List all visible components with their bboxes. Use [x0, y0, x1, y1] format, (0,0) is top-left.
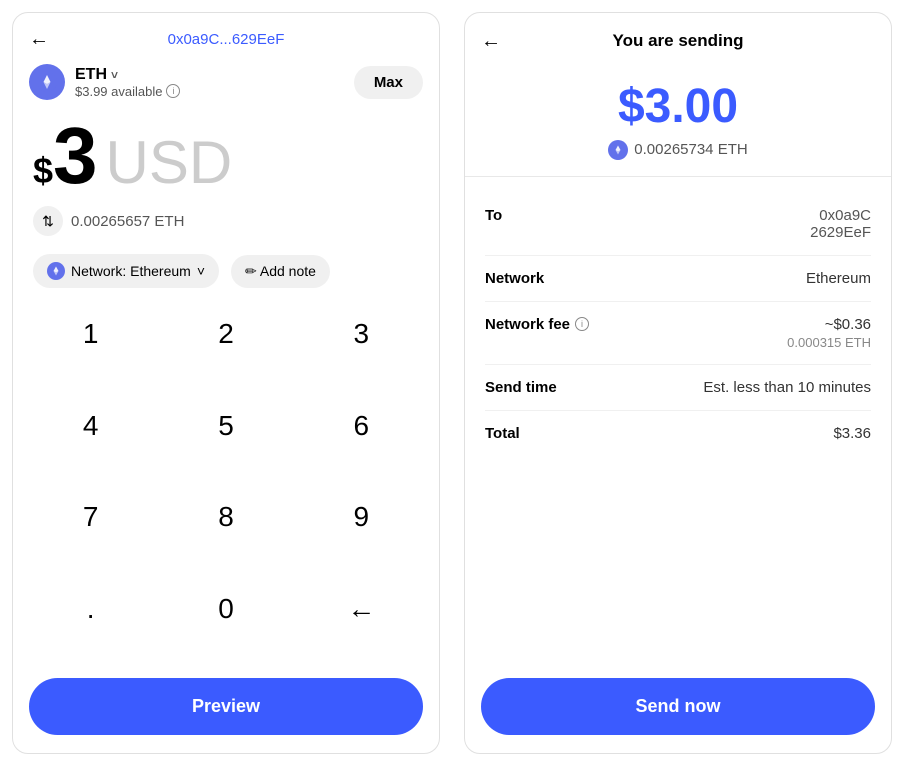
token-balance: $3.99 available i — [75, 84, 180, 99]
transaction-details: To 0x0a9C 2629EeF Network Ethereum Netwo… — [465, 177, 891, 668]
network-detail-value: Ethereum — [806, 270, 871, 287]
token-chevron-icon: ˅ — [111, 68, 118, 82]
numpad-6[interactable]: 6 — [294, 394, 429, 458]
fee-label-row: Network fee i — [485, 316, 589, 333]
numpad-7[interactable]: 7 — [23, 485, 158, 549]
eth-equivalent-row: ⇅ 0.00265657 ETH — [13, 200, 439, 246]
fee-value-block: ~$0.36 0.000315 ETH — [787, 316, 871, 350]
numpad-3[interactable]: 3 — [294, 302, 429, 366]
total-label: Total — [485, 425, 520, 442]
network-selector-button[interactable]: Network: Ethereum ˅ — [33, 254, 219, 288]
sending-amount-section: $3.00 0.00265734 ETH — [465, 61, 891, 177]
send-time-value: Est. less than 10 minutes — [703, 379, 871, 396]
network-chevron-icon: ˅ — [197, 263, 205, 279]
amount-number: 3 — [53, 116, 98, 196]
send-now-button[interactable]: Send now — [481, 678, 875, 735]
send-panel-right: ← You are sending $3.00 0.00265734 ETH — [464, 12, 892, 754]
numpad-8[interactable]: 8 — [158, 485, 293, 549]
recipient-address[interactable]: 0x0a9C...629EeF — [168, 31, 285, 48]
back-button-left[interactable]: ← — [29, 28, 49, 51]
network-row: Network: Ethereum ˅ ✏ Add note — [13, 246, 439, 302]
to-address-line2: 2629EeF — [810, 224, 871, 241]
numpad-0[interactable]: 0 — [158, 577, 293, 641]
numpad-dot[interactable]: . — [23, 577, 158, 641]
numpad-9[interactable]: 9 — [294, 485, 429, 549]
amount-display: $ 3 USD — [13, 104, 439, 200]
amount-currency: USD — [106, 133, 233, 193]
total-value: $3.36 — [833, 425, 871, 442]
total-row: Total $3.36 — [485, 411, 871, 456]
eth-token-icon — [29, 64, 65, 100]
balance-info-icon[interactable]: i — [166, 84, 180, 98]
token-text: ETH ˅ $3.99 available i — [75, 66, 180, 99]
sending-usd-amount: $3.00 — [485, 81, 871, 134]
network-detail-label: Network — [485, 270, 544, 287]
network-detail-row: Network Ethereum — [485, 256, 871, 302]
numpad-backspace-icon[interactable]: ← — [294, 577, 429, 641]
send-time-label: Send time — [485, 379, 557, 396]
to-row: To 0x0a9C 2629EeF — [485, 193, 871, 256]
fee-row: Network fee i ~$0.36 0.000315 ETH — [485, 302, 871, 365]
to-address-line1: 0x0a9C — [810, 207, 871, 224]
send-time-row: Send time Est. less than 10 minutes — [485, 365, 871, 411]
numpad-1[interactable]: 1 — [23, 302, 158, 366]
left-header: ← 0x0a9C...629EeF — [13, 13, 439, 56]
eth-equiv-text: 0.00265657 ETH — [71, 213, 184, 230]
max-button[interactable]: Max — [354, 66, 423, 99]
sending-eth-amount: 0.00265734 ETH — [485, 140, 871, 160]
fee-eth-value: 0.000315 ETH — [787, 335, 871, 350]
token-info: ETH ˅ $3.99 available i — [29, 64, 180, 100]
fee-label: Network fee — [485, 316, 570, 333]
eth-small-icon — [608, 140, 628, 160]
numpad-2[interactable]: 2 — [158, 302, 293, 366]
right-header: ← You are sending — [465, 13, 891, 61]
numpad: 1 2 3 4 5 6 7 8 9 . 0 ← — [13, 302, 439, 668]
numpad-4[interactable]: 4 — [23, 394, 158, 458]
back-button-right[interactable]: ← — [481, 30, 501, 53]
fee-info-icon[interactable]: i — [575, 317, 589, 331]
to-address-block: 0x0a9C 2629EeF — [810, 207, 871, 241]
fee-usd-value: ~$0.36 — [787, 316, 871, 333]
add-note-button[interactable]: ✏ Add note — [231, 255, 330, 288]
preview-button[interactable]: Preview — [29, 678, 423, 735]
network-eth-icon — [47, 262, 65, 280]
token-name[interactable]: ETH ˅ — [75, 66, 180, 84]
network-label: Network: Ethereum — [71, 263, 191, 279]
right-panel-title: You are sending — [613, 31, 744, 51]
send-panel-left: ← 0x0a9C...629EeF ETH ˅ — [12, 12, 440, 754]
numpad-5[interactable]: 5 — [158, 394, 293, 458]
token-selector-row: ETH ˅ $3.99 available i Max — [13, 56, 439, 104]
swap-currency-button[interactable]: ⇅ — [33, 206, 63, 236]
to-label: To — [485, 207, 502, 224]
dollar-sign: $ — [33, 150, 53, 192]
